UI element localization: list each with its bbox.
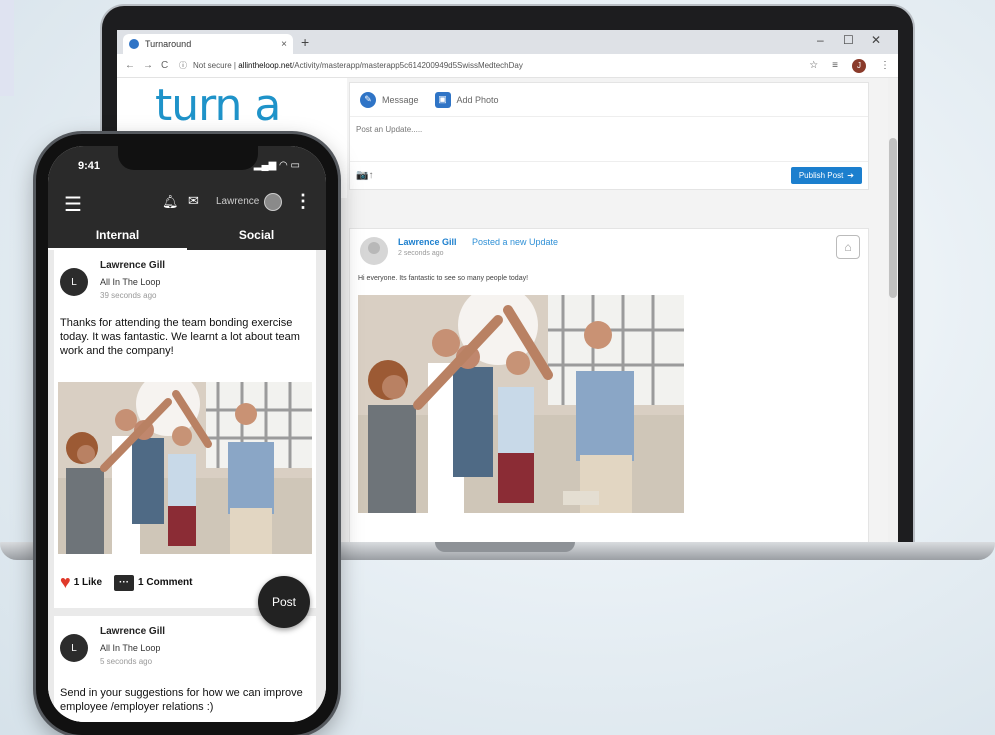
avatar[interactable] [264,193,282,211]
add-photo-tab-label: Add Photo [456,94,499,105]
status-bar: 9:41 ▂▄▆ ◠ ▭ [48,146,326,184]
feed-tabs: Internal Social [48,222,326,250]
publish-post-button[interactable]: Publish Post ➔ [790,167,862,184]
mail-icon[interactable]: ✉ [188,193,199,209]
image-icon: ▣ [434,91,451,108]
camera-upload-icon[interactable]: 📷↑ [356,170,373,181]
new-tab-button[interactable]: + [301,34,309,50]
post-author[interactable]: Lawrence Gill [100,260,165,271]
post-text: Hi everyone. Its fantastic to see so man… [358,275,529,282]
favicon-icon [129,39,139,49]
post-text: Send in your suggestions for how we can … [60,687,303,713]
team-photo-image [358,295,684,513]
phone-screen: 9:41 ▂▄▆ ◠ ▭ ☰ 🔔︎ ✉ Lawrence ⋮ Internal … [48,146,326,722]
phone-notch [118,146,258,170]
avatar[interactable]: L [60,634,88,662]
post-photo[interactable] [58,382,312,554]
back-button[interactable]: ← [125,60,143,71]
address-bar-icons: ☆ ≡ J ⋮ [809,58,890,73]
composer-footer: 📷↑ Publish Post ➔ [350,161,868,189]
post-org: All In The Loop [100,643,161,653]
post-author[interactable]: Lawrence Gill [398,237,457,247]
url-path: /Activity/masterapp/masterapp5c614200949… [292,61,523,70]
update-textarea[interactable]: Post an Update..... [350,117,868,161]
bell-icon[interactable]: 🔔︎ [162,194,179,210]
address-bar: ← → C ⓘ Not secure | allintheloop.net/Ac… [117,54,898,78]
like-count[interactable]: 1 Like [74,577,102,588]
reading-list-icon[interactable]: ≡ [832,60,838,71]
avatar[interactable] [360,237,388,265]
tab-internal[interactable]: Internal [48,222,187,250]
comment-icon[interactable]: ··· [114,574,135,591]
list-item: L Lawrence Gill All In The Loop 39 secon… [54,250,316,608]
post-text: Thanks for attending the team bonding ex… [60,317,300,357]
tab-social[interactable]: Social [187,222,326,250]
post-time: 39 seconds ago [100,291,157,300]
reload-button[interactable]: C [161,60,179,71]
laptop-notch [435,542,575,552]
post-actions: ♥ 1 Like ··· 1 Comment [60,572,193,593]
tab-close-icon[interactable]: × [281,39,287,50]
post-feed: L Lawrence Gill All In The Loop 39 secon… [48,250,326,722]
tab-title: Turnaround [145,39,192,49]
feed-post: Lawrence Gill Posted a new Update 2 seco… [349,228,869,542]
post-author[interactable]: Lawrence Gill [100,626,165,637]
post-composer: ✎ Message ▣ Add Photo Post an Update....… [349,82,869,190]
menu-dots-icon[interactable]: ⋮ [880,60,890,71]
comment-count[interactable]: 1 Comment [138,577,192,588]
add-photo-tab[interactable]: ▣ Add Photo [434,91,499,108]
avatar[interactable]: L [60,268,88,296]
pencil-icon: ✎ [360,91,376,108]
browser-tab[interactable]: Turnaround × [123,34,293,54]
app-header: ☰ 🔔︎ ✉ Lawrence ⋮ [48,184,326,222]
minimize-button[interactable]: – [817,33,824,47]
more-options-icon[interactable]: ⋮ [294,191,312,212]
post-fab-button[interactable]: Post [258,576,310,628]
url-field[interactable]: Not secure | allintheloop.net/Activity/m… [193,61,809,70]
post-photo[interactable] [358,295,684,513]
profile-avatar[interactable]: J [852,58,866,73]
background-accent [0,0,14,96]
network-badge-icon: ⌂ [836,235,860,259]
signal-wifi-battery-icon: ▂▄▆ ◠ ▭ [253,160,300,171]
heart-icon[interactable]: ♥ [60,572,71,593]
close-window-button[interactable]: ✕ [871,33,881,47]
message-tab[interactable]: ✎ Message [360,91,419,108]
hamburger-menu-icon[interactable]: ☰ [64,192,82,217]
post-action: Posted a new Update [472,237,559,247]
post-time: 5 seconds ago [100,657,153,666]
status-time: 9:41 [78,160,101,172]
site-logo[interactable]: turn a [155,80,281,131]
info-icon: ⓘ [179,61,187,70]
list-item: L Lawrence Gill All In The Loop 5 second… [54,616,316,722]
maximize-button[interactable]: ☐ [843,33,854,47]
star-icon[interactable]: ☆ [809,60,818,71]
forward-button[interactable]: → [143,60,161,71]
user-name[interactable]: Lawrence [216,196,259,207]
message-tab-label: Message [382,94,419,105]
security-label: Not secure [193,61,232,70]
publish-post-label: Publish Post [798,171,844,180]
tab-bar: Turnaround × + – ☐ ✕ [117,30,898,54]
arrow-right-icon: ➔ [847,171,854,180]
post-time: 2 seconds ago [398,250,444,257]
team-photo-image [58,382,312,554]
url-domain: allintheloop.net [238,61,293,70]
post-org: All In The Loop [100,277,161,287]
composer-tabs: ✎ Message ▣ Add Photo [350,83,868,117]
scrollbar-thumb[interactable] [889,138,897,298]
